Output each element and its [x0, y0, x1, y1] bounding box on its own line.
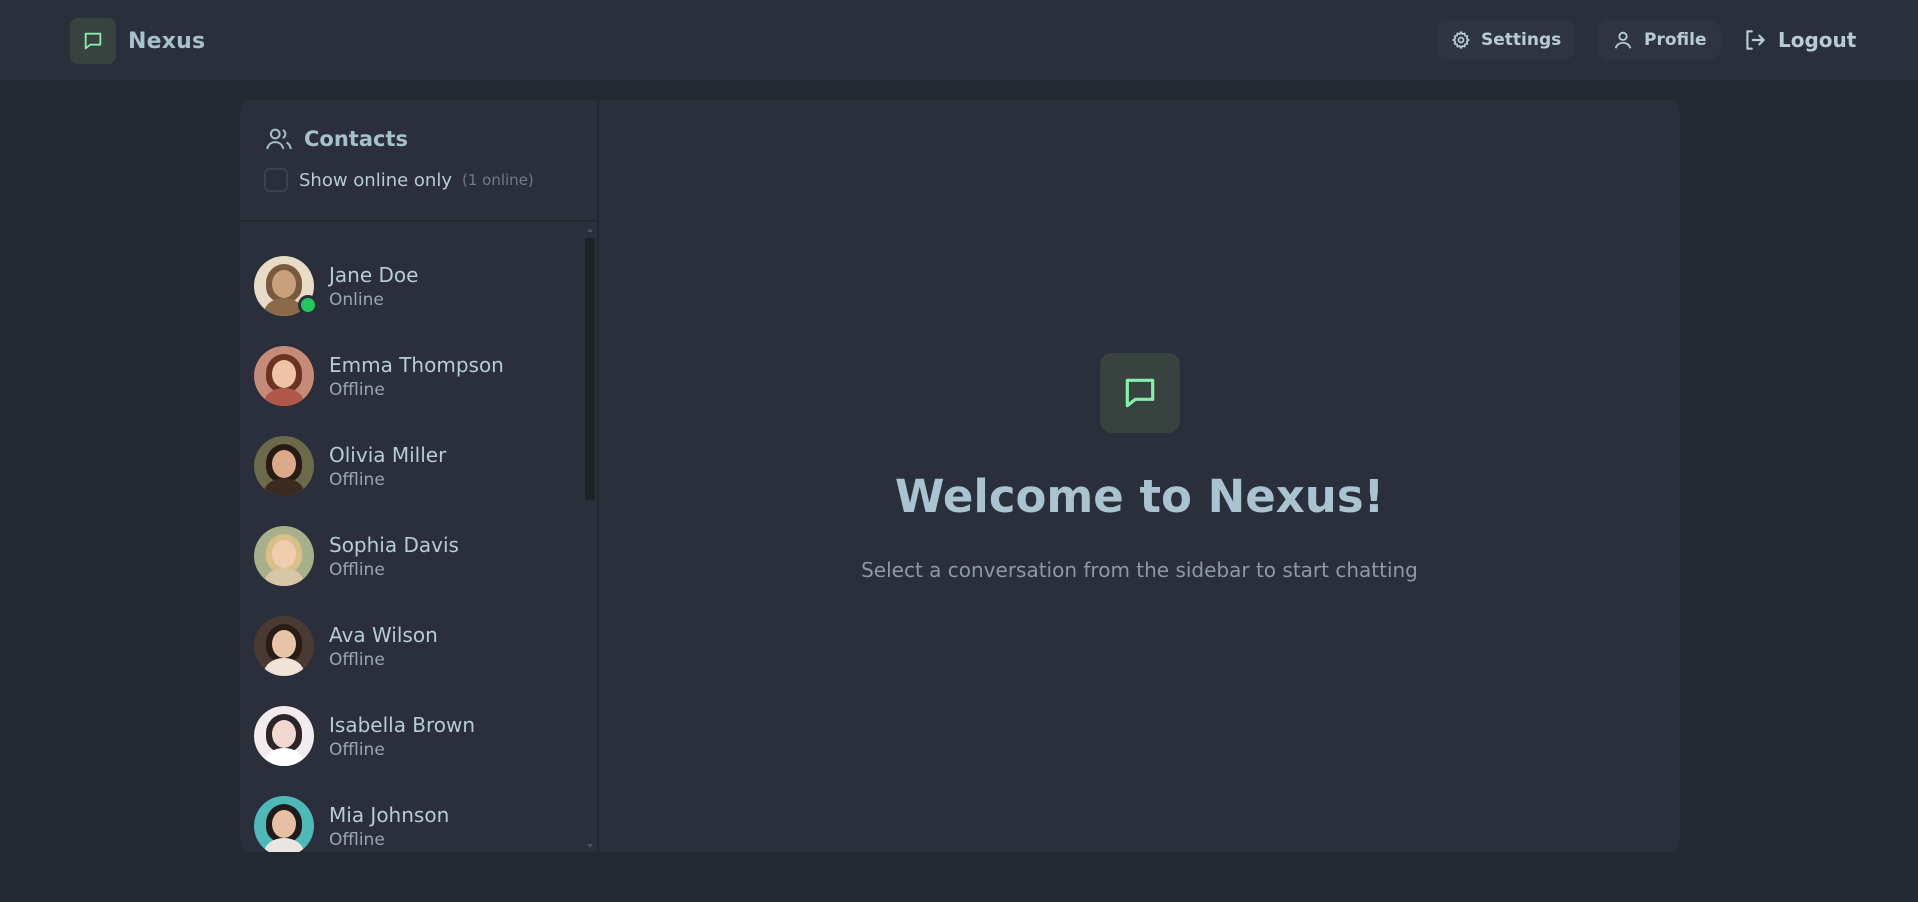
list-item[interactable]: Emma Thompson Offline [254, 341, 584, 411]
logout-button[interactable]: Logout [1742, 20, 1856, 60]
welcome-subtitle: Select a conversation from the sidebar t… [861, 558, 1418, 582]
list-item[interactable]: Isabella Brown Offline [254, 701, 584, 771]
online-only-label: Show online only [299, 169, 452, 191]
avatar [254, 616, 314, 676]
gear-icon [1451, 30, 1471, 50]
online-only-toggle[interactable]: Show online only (1 online) [264, 168, 597, 192]
contact-status: Offline [329, 739, 385, 760]
logout-icon [1742, 27, 1768, 53]
brand[interactable]: Nexus [70, 18, 205, 64]
avatar [254, 796, 314, 852]
app-name: Nexus [128, 28, 206, 54]
contact-status: Offline [329, 829, 385, 850]
settings-label: Settings [1481, 30, 1562, 50]
contacts-sidebar: Contacts Show online only (1 online) Jan… [240, 100, 599, 852]
scroll-up-arrow-icon[interactable] [587, 228, 593, 232]
contact-status: Offline [329, 469, 385, 490]
logout-label: Logout [1778, 28, 1857, 52]
list-item[interactable]: Jane Doe Online [254, 251, 584, 321]
user-icon [1612, 29, 1634, 51]
contact-status: Online [329, 289, 384, 310]
avatar [254, 706, 314, 766]
online-count: (1 online) [462, 171, 534, 189]
contact-name: Sophia Davis [329, 532, 459, 557]
sidebar-header: Contacts Show online only (1 online) [240, 100, 597, 222]
top-navbar: Nexus Settings Profile Logout [0, 0, 1918, 80]
contact-status: Offline [329, 649, 385, 670]
online-only-checkbox[interactable] [264, 168, 288, 192]
contact-list: Jane Doe Online Emma Thompson Offline Ol… [240, 224, 597, 852]
contact-status: Offline [329, 559, 385, 580]
contact-name: Jane Doe [329, 262, 419, 287]
contacts-heading: Contacts [264, 124, 597, 154]
scrollbar[interactable] [585, 228, 595, 848]
avatar [254, 436, 314, 496]
list-item[interactable]: Ava Wilson Offline [254, 611, 584, 681]
contact-name: Ava Wilson [329, 622, 438, 647]
contact-name: Mia Johnson [329, 802, 450, 827]
chat-bubble-icon [1100, 353, 1180, 433]
list-item[interactable]: Olivia Miller Offline [254, 431, 584, 501]
profile-label: Profile [1644, 30, 1707, 50]
online-indicator [298, 295, 318, 315]
avatar [254, 346, 314, 406]
users-icon [264, 124, 294, 154]
contact-name: Emma Thompson [329, 352, 504, 377]
contacts-title: Contacts [304, 127, 408, 151]
list-item[interactable]: Mia Johnson Offline [254, 791, 584, 852]
list-item[interactable]: Sophia Davis Offline [254, 521, 584, 591]
settings-button[interactable]: Settings [1437, 20, 1574, 60]
contact-status: Offline [329, 379, 385, 400]
contact-name: Olivia Miller [329, 442, 447, 467]
avatar [254, 526, 314, 586]
scrollbar-thumb[interactable] [585, 238, 595, 500]
contact-name: Isabella Brown [329, 712, 476, 737]
chat-bubble-icon [70, 18, 116, 64]
scroll-down-arrow-icon[interactable] [587, 844, 593, 848]
welcome-title: Welcome to Nexus! [894, 470, 1385, 523]
main-panel: Contacts Show online only (1 online) Jan… [240, 100, 1680, 852]
profile-button[interactable]: Profile [1598, 20, 1721, 60]
welcome-area: Welcome to Nexus! Select a conversation … [599, 100, 1680, 852]
